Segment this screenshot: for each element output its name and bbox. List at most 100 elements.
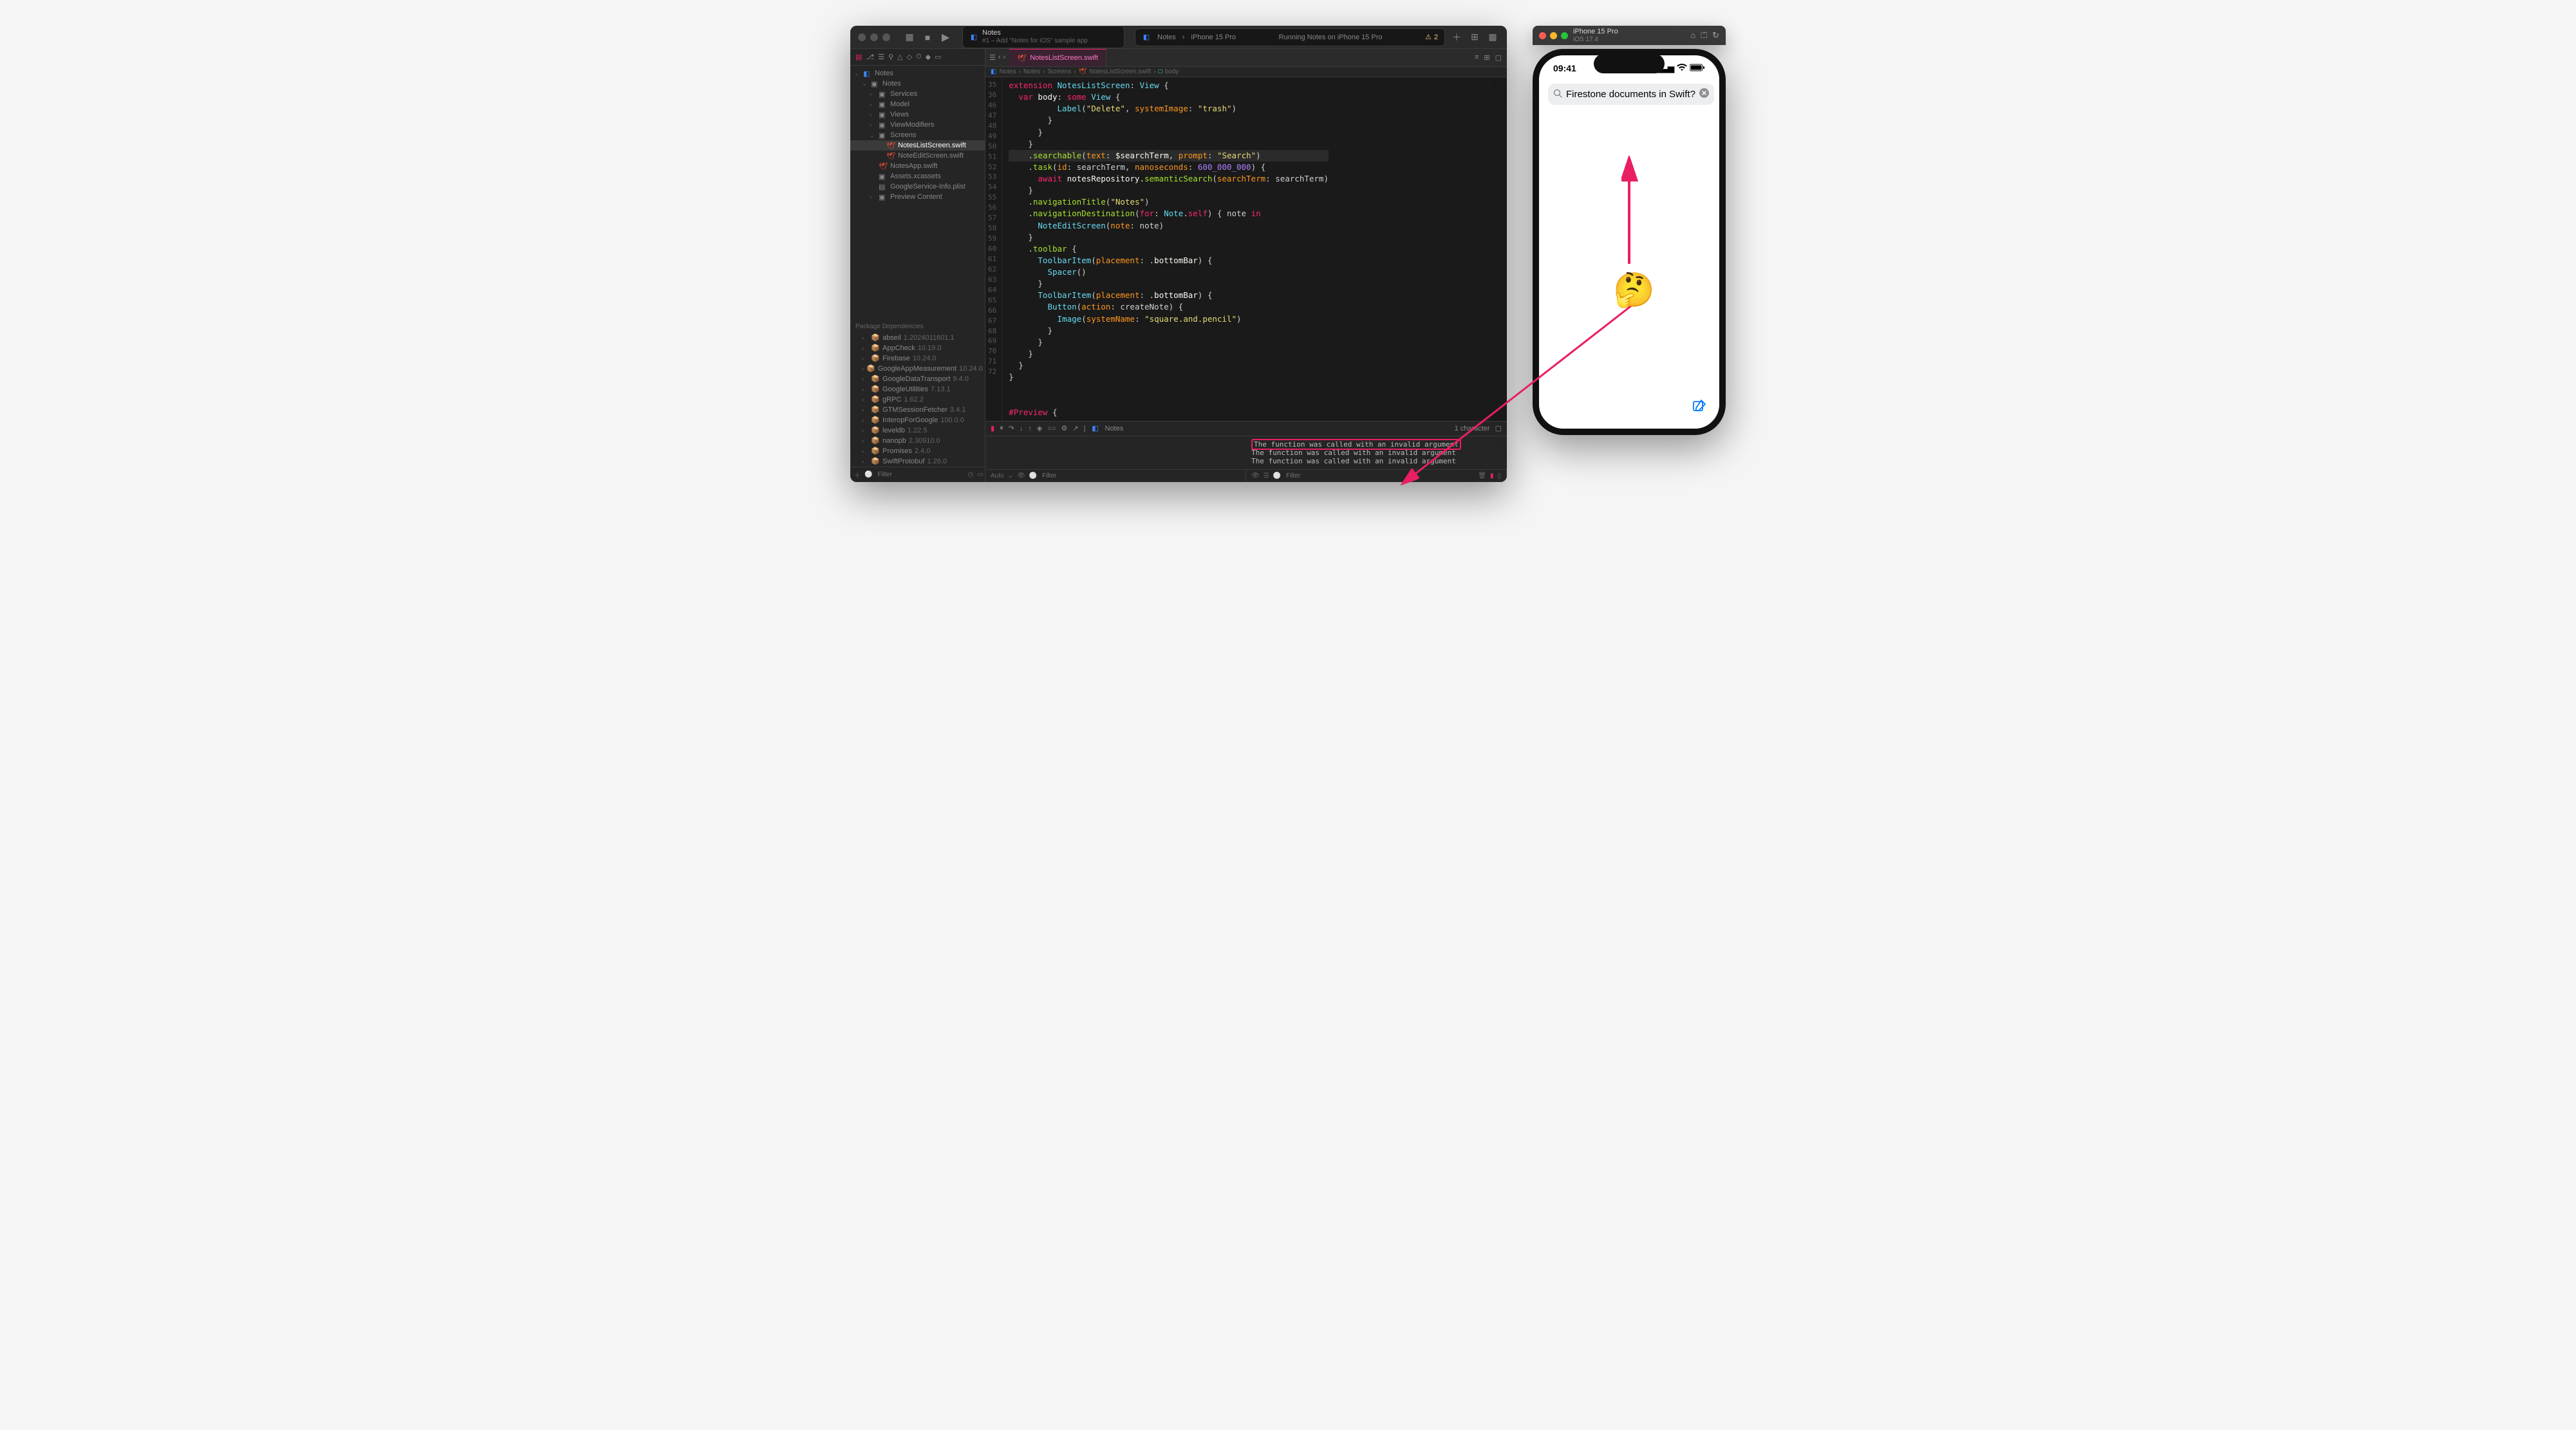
disclosure-triangle-icon[interactable]: ›: [862, 407, 868, 413]
adjust-editor-icon[interactable]: ⊞: [1484, 53, 1489, 62]
scope-selector[interactable]: Auto: [991, 472, 1004, 479]
pause-icon[interactable]: ⏸: [1000, 424, 1003, 432]
disclosure-triangle-icon[interactable]: ›: [862, 366, 864, 372]
minimize-button[interactable]: [870, 33, 878, 41]
jumpbar-segment[interactable]: Notes: [1023, 68, 1040, 75]
toggle-inspector-button[interactable]: ▦: [1486, 31, 1499, 44]
breakpoint-navigator-icon[interactable]: ◆: [926, 53, 931, 61]
disclosure-triangle-icon[interactable]: ›: [862, 448, 868, 454]
package-appcheck[interactable]: ›📦AppCheck 10.19.0: [850, 343, 985, 353]
tree-item-assets-xcassets[interactable]: ▣Assets.xcassets: [850, 171, 985, 181]
package-promises[interactable]: ›📦Promises 2.4.0: [850, 446, 985, 456]
tree-item-preview-content[interactable]: ›▣Preview Content: [850, 192, 985, 202]
run-button[interactable]: ▶: [939, 31, 952, 44]
add-button[interactable]: ＋: [1450, 31, 1463, 44]
variables-filter-input[interactable]: [1041, 472, 1240, 480]
disclosure-triangle-icon[interactable]: ›: [862, 345, 868, 351]
screenshot-icon[interactable]: ⏍: [1701, 30, 1707, 41]
clear-icon[interactable]: [1699, 88, 1709, 100]
package-googleutilities[interactable]: ›📦GoogleUtilities 7.13.1: [850, 384, 985, 395]
project-navigator-icon[interactable]: ▤: [855, 53, 862, 61]
find-navigator-icon[interactable]: ⚲: [888, 53, 893, 61]
rotate-icon[interactable]: ↻: [1712, 30, 1719, 41]
stop-button[interactable]: ■: [921, 31, 934, 44]
tree-item-googleservice-info-plist[interactable]: ▤GoogleService-Info.plist: [850, 181, 985, 192]
disclosure-triangle-icon[interactable]: ›: [870, 111, 876, 118]
package-firebase[interactable]: ›📦Firebase 10.24.0: [850, 353, 985, 364]
package-gtmsessionfetcher[interactable]: ›📦GTMSessionFetcher 3.4.1: [850, 405, 985, 415]
package-interopforgoogle[interactable]: ›📦InteropForGoogle 100.0.0: [850, 415, 985, 425]
tree-item-screens[interactable]: ⌄▣Screens: [850, 130, 985, 140]
package-swiftprotobuf[interactable]: ›📦SwiftProtobuf 1.26.0: [850, 456, 985, 467]
disclosure-triangle-icon[interactable]: ⌄: [862, 80, 868, 88]
tree-item-viewmodifiers[interactable]: ›▣ViewModifiers: [850, 120, 985, 130]
disclosure-triangle-icon[interactable]: ›: [870, 101, 876, 107]
disclosure-triangle-icon[interactable]: ›: [862, 386, 868, 393]
disclosure-triangle-icon[interactable]: ›: [870, 91, 876, 97]
toggle-navigator-button[interactable]: ▦: [903, 31, 916, 44]
package-nanopb[interactable]: ›📦nanopb 2.30910.0: [850, 436, 985, 446]
step-in-icon[interactable]: ↓: [1020, 425, 1023, 432]
add-file-icon[interactable]: ＋: [854, 470, 861, 479]
disclosure-triangle-icon[interactable]: ›: [862, 458, 868, 465]
package-googleappmeasurement[interactable]: ›📦GoogleAppMeasurement 10.24.0: [850, 364, 985, 374]
home-icon[interactable]: ⌂: [1690, 30, 1695, 41]
bookmark-navigator-icon[interactable]: ☰: [878, 53, 884, 61]
zoom-button[interactable]: [882, 33, 890, 41]
breakpoint-toggle-icon[interactable]: ▮: [991, 424, 994, 432]
disclosure-triangle-icon[interactable]: ›: [870, 122, 876, 128]
disclosure-triangle-icon[interactable]: ›: [870, 194, 876, 200]
package-abseil[interactable]: ›📦abseil 1.2024011601.1: [850, 333, 985, 343]
jumpbar-segment[interactable]: NotesListScreen.swift: [1089, 68, 1151, 75]
disclosure-triangle-icon[interactable]: ›: [862, 376, 868, 382]
source-control-navigator-icon[interactable]: ⎇: [866, 53, 874, 61]
tree-item-notes[interactable]: ⌄▣Notes: [850, 79, 985, 89]
step-over-icon[interactable]: ↷: [1009, 424, 1014, 432]
minimap-icon[interactable]: ≡: [1475, 53, 1479, 62]
process-label[interactable]: Notes: [1105, 425, 1124, 432]
variables-view[interactable]: [985, 436, 1246, 469]
tree-item-noteslistscreen-swift[interactable]: 🕊NotesListScreen.swift: [850, 140, 985, 151]
quicklook-icon[interactable]: 👁: [1017, 472, 1025, 479]
jumpbar-segment[interactable]: body: [1165, 68, 1179, 75]
package-googledatatransport[interactable]: ›📦GoogleDataTransport 9.4.0: [850, 374, 985, 384]
report-navigator-icon[interactable]: ▭: [935, 53, 941, 61]
jump-bar[interactable]: ◧Notes›Notes›Screens›🕊NotesListScreen.sw…: [985, 67, 1507, 77]
jumpbar-segment[interactable]: Screens: [1047, 68, 1071, 75]
step-out-icon[interactable]: ↑: [1028, 425, 1032, 432]
view-debug-icon[interactable]: ◈: [1037, 424, 1042, 432]
package-leveldb[interactable]: ›📦leveldb 1.22.5: [850, 425, 985, 436]
destination-scheme[interactable]: Notes: [1157, 33, 1176, 41]
quicklook-icon[interactable]: 👁: [1251, 472, 1260, 479]
minimize-button[interactable]: [1550, 32, 1557, 39]
tree-item-views[interactable]: ›▣Views: [850, 109, 985, 120]
back-button[interactable]: ‹: [998, 53, 1001, 62]
navigator-filter-input[interactable]: [876, 470, 964, 479]
tree-item-notesapp-swift[interactable]: 🕊NotesApp.swift: [850, 161, 985, 171]
metadata-icon[interactable]: ☰: [1264, 472, 1269, 479]
environment-overrides-icon[interactable]: ⚙: [1061, 424, 1068, 432]
disclosure-triangle-icon[interactable]: ⌄: [854, 70, 861, 77]
tab-active[interactable]: 🕊 NotesListScreen.swift: [1009, 49, 1106, 66]
search-input-value[interactable]: Firestone documents in Swift?: [1566, 89, 1695, 100]
package-grpc[interactable]: ›📦gRPC 1.62.2: [850, 395, 985, 405]
disclosure-triangle-icon[interactable]: ›: [862, 427, 868, 434]
issue-navigator-icon[interactable]: △: [897, 53, 902, 61]
scm-icon[interactable]: ▭: [977, 471, 983, 478]
code-text[interactable]: extension NotesListScreen: View { var bo…: [1002, 77, 1335, 421]
tree-item-noteeditscreen-swift[interactable]: 🕊NoteEditScreen.swift: [850, 151, 985, 161]
scheme-selector[interactable]: ◧ Notes #1 – Add "Notes for iOS" sample …: [962, 26, 1125, 48]
compose-icon[interactable]: [1692, 399, 1706, 417]
disclosure-triangle-icon[interactable]: ›: [862, 417, 868, 423]
jumpbar-segment[interactable]: Notes: [999, 68, 1016, 75]
debug-navigator-icon[interactable]: ⏱: [916, 53, 922, 61]
forward-button[interactable]: ›: [1003, 53, 1006, 62]
disclosure-triangle-icon[interactable]: ⌄: [870, 132, 876, 139]
destination-device[interactable]: iPhone 15 Pro: [1191, 33, 1236, 41]
disclosure-triangle-icon[interactable]: ›: [862, 438, 868, 444]
library-button[interactable]: ⊞: [1468, 31, 1481, 44]
test-navigator-icon[interactable]: ◇: [907, 53, 912, 61]
cancel-button[interactable]: Cancel: [1719, 89, 1726, 100]
search-bar[interactable]: Firestone documents in Swift?: [1548, 84, 1714, 105]
tree-item-services[interactable]: ›▣Services: [850, 89, 985, 99]
